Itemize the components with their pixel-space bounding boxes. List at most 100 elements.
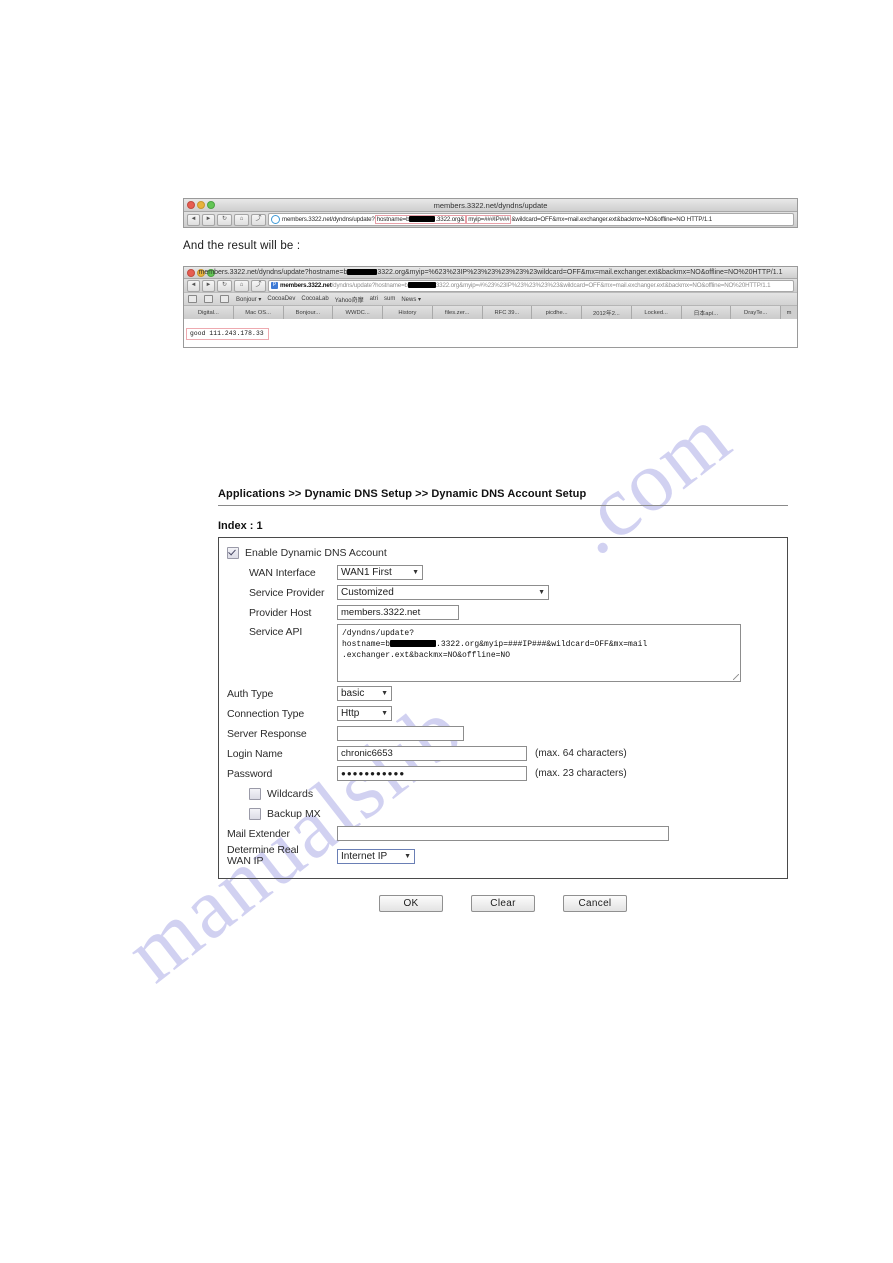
determine-real-wan-ip-select[interactable]: Internet IP ▼ bbox=[337, 848, 415, 864]
enable-dynamic-dns-checkbox[interactable] bbox=[227, 546, 239, 559]
tab-overflow-indicator[interactable]: m bbox=[781, 306, 797, 319]
home-icon[interactable]: ⌂ bbox=[234, 213, 249, 226]
connection-type-select[interactable]: Http ▼ bbox=[337, 706, 392, 721]
password-row: Password ●●●●●●●●●●● (max. 23 characters… bbox=[227, 765, 779, 782]
bookmark-item[interactable]: CocoaDev bbox=[267, 296, 295, 302]
bookmark-item[interactable]: Yahoo奇摩 bbox=[335, 295, 364, 304]
service-api-textarea[interactable]: /dyndns/update? hostname=b .3322.org&myip… bbox=[337, 624, 741, 682]
home-icon[interactable]: ⌂ bbox=[234, 279, 249, 292]
service-provider-label: Service Provider bbox=[249, 586, 325, 599]
wildcards-label: Wildcards bbox=[267, 787, 314, 800]
connection-type-row: Connection Type Http ▼ bbox=[227, 705, 779, 722]
browser2-title-text: members.3322.net/dyndns/update?hostname=… bbox=[184, 269, 797, 276]
browser-tab[interactable]: files.zer... bbox=[432, 306, 483, 319]
connection-type-value: Http bbox=[341, 708, 360, 719]
tab-bar[interactable]: Digital... Mac OS... Bonjour... WWDC... … bbox=[184, 305, 797, 319]
url-highlight-hostname: hostname=b .3322.org& bbox=[374, 215, 467, 224]
index-label: Index : 1 bbox=[218, 520, 263, 532]
forward-button[interactable]: ► bbox=[202, 279, 215, 292]
browser-tab[interactable]: WWDC... bbox=[333, 306, 383, 319]
bookmark-item[interactable]: CocoaLab bbox=[301, 296, 328, 302]
chevron-down-icon: ▼ bbox=[412, 569, 419, 576]
redaction-bar bbox=[407, 282, 436, 289]
reload-icon[interactable]: ↻ bbox=[217, 279, 232, 292]
url-hostname-post: .3322.org& bbox=[435, 216, 465, 223]
title-post: 3322.org&myip=%623%23IP%23%23%23%23%23wi… bbox=[377, 269, 783, 276]
share-icon[interactable]: ⤴ bbox=[251, 279, 266, 292]
bookmark-item[interactable]: sum bbox=[384, 296, 395, 302]
mail-extender-input[interactable] bbox=[337, 826, 669, 841]
browser-tab[interactable]: Bonjour... bbox=[283, 306, 334, 319]
service-api-line2-post: .3322.org&myip=###IP###&wildcard=OFF&mx=… bbox=[436, 640, 648, 649]
login-name-input[interactable]: chronic6653 bbox=[337, 746, 527, 761]
service-api-line1: /dyndns/update? bbox=[342, 629, 415, 638]
ok-button[interactable]: OK bbox=[379, 895, 443, 912]
backup-mx-row[interactable]: Backup MX bbox=[227, 805, 779, 822]
browser1-url-text: members.3322.net/dyndns/update? hostname=… bbox=[282, 215, 712, 224]
chevron-down-icon: ▼ bbox=[381, 690, 388, 697]
browser1-address-bar[interactable]: members.3322.net/dyndns/update? hostname=… bbox=[268, 213, 794, 226]
wildcards-checkbox[interactable] bbox=[249, 787, 261, 800]
bookmark-item[interactable]: Bonjour ▾ bbox=[236, 296, 261, 303]
browser-tab[interactable]: Mac OS... bbox=[233, 306, 284, 319]
bookmark-item[interactable]: atri bbox=[370, 296, 378, 302]
service-provider-value: Customized bbox=[341, 587, 394, 598]
cancel-button[interactable]: Cancel bbox=[563, 895, 627, 912]
url-highlight-myip: myip=###IP### bbox=[466, 215, 512, 224]
browser-tab[interactable]: RFC 39... bbox=[482, 306, 533, 319]
url-segment-tail: &wildcard=OFF&mx=mail.exchanger.ext&back… bbox=[511, 216, 713, 223]
wan-interface-value: WAN1 First bbox=[341, 567, 392, 578]
backup-mx-checkbox[interactable] bbox=[249, 807, 261, 820]
provider-host-label: Provider Host bbox=[249, 606, 312, 619]
provider-host-value: members.3322.net bbox=[341, 607, 421, 618]
clear-button[interactable]: Clear bbox=[471, 895, 535, 912]
auth-type-select[interactable]: basic ▼ bbox=[337, 686, 392, 701]
bookmark-item[interactable]: News ▾ bbox=[401, 296, 421, 303]
browser-tab[interactable]: picdhe... bbox=[532, 306, 582, 319]
back-button[interactable]: ◄ bbox=[187, 213, 200, 226]
browser2-title-bar: members.3322.net/dyndns/update?hostname=… bbox=[184, 267, 797, 279]
browser-tab[interactable]: 2012年2... bbox=[582, 306, 632, 319]
chevron-down-icon: ▼ bbox=[404, 852, 411, 860]
browser-tab[interactable]: Locked... bbox=[631, 306, 682, 319]
browser1-title-bar: members.3322.net/dyndns/update bbox=[184, 199, 797, 212]
reader-view-icon[interactable] bbox=[204, 295, 213, 303]
title-pre: members.3322.net/dyndns/update?hostname=… bbox=[198, 269, 348, 276]
site-favicon-icon bbox=[271, 215, 280, 224]
service-api-line3: .exchanger.ext&backmx=NO&offline=NO bbox=[342, 651, 511, 660]
service-provider-select[interactable]: Customized ▼ bbox=[337, 585, 549, 600]
browser-tab[interactable]: DrayTe... bbox=[731, 306, 781, 319]
url-domain: members.3322.net bbox=[280, 282, 332, 289]
chevron-down-icon: ▼ bbox=[538, 589, 545, 596]
browser2-address-bar[interactable]: P members.3322.net/dyndns/update?hostnam… bbox=[268, 279, 794, 292]
enable-account-row[interactable]: Enable Dynamic DNS Account bbox=[227, 544, 779, 561]
backup-mx-label: Backup MX bbox=[267, 807, 321, 820]
browser-tab[interactable]: 日本apí... bbox=[681, 306, 732, 319]
browser1-toolbar: ◄ ► ↻ ⌂ ⤴ members.3322.net/dyndns/update… bbox=[184, 212, 797, 227]
top-sites-icon[interactable] bbox=[220, 295, 229, 303]
provider-host-input[interactable]: members.3322.net bbox=[337, 605, 459, 620]
server-response-input[interactable] bbox=[337, 726, 464, 741]
password-input[interactable]: ●●●●●●●●●●● bbox=[337, 766, 527, 781]
browser1-title-text: members.3322.net/dyndns/update bbox=[433, 200, 548, 210]
wan-interface-select[interactable]: WAN1 First ▼ bbox=[337, 565, 423, 580]
wildcards-row[interactable]: Wildcards bbox=[227, 785, 779, 802]
sidebar-toggle-icon[interactable] bbox=[188, 295, 197, 303]
forward-button[interactable]: ► bbox=[202, 213, 215, 226]
bookmarks-bar[interactable]: Bonjour ▾ CocoaDev CocoaLab Yahoo奇摩 atri… bbox=[184, 292, 797, 305]
server-response-row: Server Response bbox=[227, 725, 779, 742]
browser2-url-text: members.3322.net/dyndns/update?hostname=… bbox=[280, 282, 771, 289]
browser-tab[interactable]: Digital... bbox=[184, 306, 234, 319]
dynamic-dns-account-form: Enable Dynamic DNS Account WAN Interface… bbox=[218, 537, 788, 879]
auth-type-value: basic bbox=[341, 688, 365, 699]
router-config-panel: Applications >> Dynamic DNS Setup >> Dyn… bbox=[218, 488, 788, 912]
service-api-line2-pre: hostname=b bbox=[342, 640, 391, 649]
browser2-toolbar: ◄ ► ↻ ⌂ ⤴ P members.3322.net/dyndns/upda… bbox=[184, 279, 797, 292]
server-response-label: Server Response bbox=[227, 727, 307, 740]
share-icon[interactable]: ⤴ bbox=[251, 213, 266, 226]
browser-tab[interactable]: History bbox=[383, 306, 433, 319]
password-value: ●●●●●●●●●●● bbox=[341, 769, 406, 778]
back-button[interactable]: ◄ bbox=[187, 279, 200, 292]
auth-type-row: Auth Type basic ▼ bbox=[227, 685, 779, 702]
reload-icon[interactable]: ↻ bbox=[217, 213, 232, 226]
